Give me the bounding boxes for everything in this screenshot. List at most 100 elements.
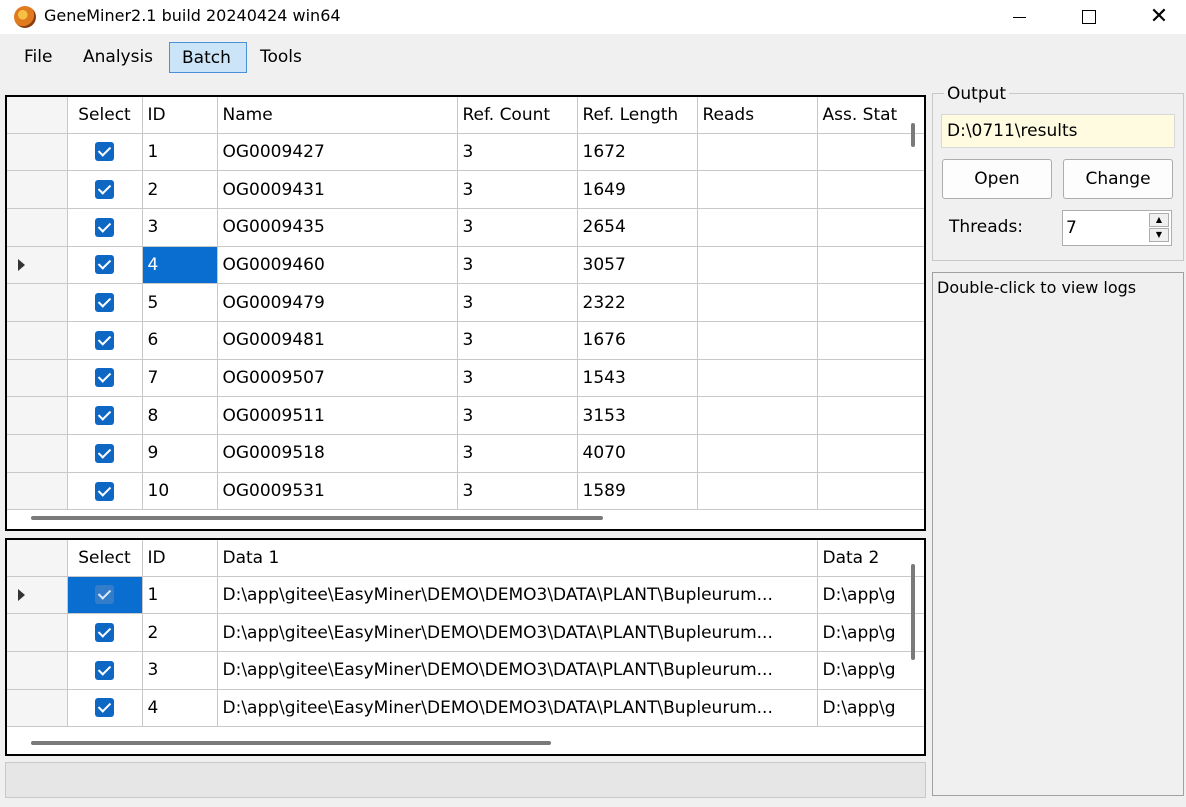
log-panel[interactable]: Double-click to view logs	[932, 272, 1184, 796]
ref-length-cell[interactable]: 2654	[577, 208, 698, 247]
checkbox-checked-icon[interactable]	[95, 330, 114, 350]
select-cell[interactable]	[67, 170, 143, 209]
maximize-button[interactable]	[1064, 0, 1114, 34]
checkbox-checked-icon[interactable]	[95, 623, 114, 643]
ref-length-cell[interactable]: 2322	[577, 283, 698, 322]
id-cell[interactable]: 6	[142, 321, 218, 360]
id-cell[interactable]: 4	[142, 689, 218, 728]
ref-count-cell[interactable]: 3	[457, 396, 578, 435]
row-header[interactable]	[7, 359, 68, 398]
reads-cell[interactable]	[697, 472, 818, 511]
table-row[interactable]: 2 OG0009431 3 1649	[7, 170, 924, 209]
checkbox-checked-icon[interactable]	[95, 368, 114, 388]
select-cell[interactable]	[67, 689, 143, 728]
row-header[interactable]	[7, 651, 68, 690]
change-button[interactable]: Change	[1063, 159, 1173, 199]
ass-stat-cell[interactable]	[817, 321, 924, 360]
checkbox-checked-icon[interactable]	[95, 406, 114, 426]
ass-stat-cell[interactable]	[817, 396, 924, 435]
checkbox-checked-icon[interactable]	[95, 255, 114, 275]
table-row-current[interactable]: 4 OG0009460 3 3057	[7, 246, 924, 285]
ref-count-cell[interactable]: 3	[457, 472, 578, 511]
table-row[interactable]: 4 D:\app\gitee\EasyMiner\DEMO\DEMO3\DATA…	[7, 689, 924, 728]
row-header[interactable]	[7, 689, 68, 728]
column-header-data-1[interactable]: Data 1	[217, 540, 818, 577]
table-row[interactable]: 7 OG0009507 3 1543	[7, 359, 924, 398]
id-cell[interactable]: 7	[142, 359, 218, 398]
ref-length-cell[interactable]: 1589	[577, 472, 698, 511]
threads-stepper[interactable]: 7 ▲ ▼	[1062, 210, 1172, 246]
select-cell[interactable]	[67, 283, 143, 322]
row-header[interactable]	[7, 321, 68, 360]
ref-count-cell[interactable]: 3	[457, 434, 578, 473]
id-cell[interactable]: 9	[142, 434, 218, 473]
ass-stat-cell[interactable]	[817, 359, 924, 398]
id-cell[interactable]: 5	[142, 283, 218, 322]
gene-grid-vertical-scrollbar[interactable]	[911, 123, 915, 147]
row-header[interactable]	[7, 613, 68, 652]
sample-grid[interactable]: Select ID Data 1 Data 2 1 D:\app\gitee\E…	[5, 538, 926, 756]
column-header-ref-count[interactable]: Ref. Count	[457, 97, 578, 134]
gene-grid-horizontal-scrollbar[interactable]	[31, 516, 603, 520]
data-2-cell[interactable]: D:\app\g	[817, 651, 924, 690]
reads-cell[interactable]	[697, 170, 818, 209]
ref-length-cell[interactable]: 1649	[577, 170, 698, 209]
data-2-cell[interactable]: D:\app\g	[817, 576, 924, 615]
table-row[interactable]: 3 OG0009435 3 2654	[7, 208, 924, 247]
ref-count-cell[interactable]: 3	[457, 208, 578, 247]
menu-batch[interactable]: Batch	[169, 42, 247, 73]
name-cell[interactable]: OG0009479	[217, 283, 458, 322]
table-row[interactable]: 10 OG0009531 3 1589	[7, 472, 924, 511]
row-header[interactable]	[7, 434, 68, 473]
id-cell[interactable]: 8	[142, 396, 218, 435]
select-cell[interactable]	[67, 246, 143, 285]
data-2-cell[interactable]: D:\app\g	[817, 613, 924, 652]
select-cell[interactable]	[67, 133, 143, 172]
data-2-cell[interactable]: D:\app\g	[817, 689, 924, 728]
table-row[interactable]: 3 D:\app\gitee\EasyMiner\DEMO\DEMO3\DATA…	[7, 651, 924, 690]
checkbox-checked-icon[interactable]	[95, 660, 114, 680]
select-cell[interactable]	[67, 208, 143, 247]
ref-count-cell[interactable]: 3	[457, 359, 578, 398]
column-header-reads[interactable]: Reads	[697, 97, 818, 134]
select-cell[interactable]	[67, 434, 143, 473]
table-row[interactable]: 2 D:\app\gitee\EasyMiner\DEMO\DEMO3\DATA…	[7, 613, 924, 652]
row-header[interactable]	[7, 208, 68, 247]
reads-cell[interactable]	[697, 396, 818, 435]
name-cell[interactable]: OG0009460	[217, 246, 458, 285]
name-cell[interactable]: OG0009427	[217, 133, 458, 172]
data-1-cell[interactable]: D:\app\gitee\EasyMiner\DEMO\DEMO3\DATA\P…	[217, 689, 818, 728]
column-header-id[interactable]: ID	[142, 97, 218, 134]
checkbox-checked-icon[interactable]	[95, 585, 114, 605]
ref-count-cell[interactable]: 3	[457, 283, 578, 322]
reads-cell[interactable]	[697, 434, 818, 473]
column-header-data-2[interactable]: Data 2	[817, 540, 924, 577]
reads-cell[interactable]	[697, 246, 818, 285]
sample-grid-vertical-scrollbar[interactable]	[911, 564, 915, 660]
name-cell[interactable]: OG0009518	[217, 434, 458, 473]
checkbox-checked-icon[interactable]	[95, 481, 114, 501]
row-header[interactable]	[7, 170, 68, 209]
select-cell[interactable]	[67, 359, 143, 398]
threads-value[interactable]: 7	[1066, 218, 1077, 238]
select-cell-selected[interactable]	[67, 576, 143, 615]
ref-count-cell[interactable]: 3	[457, 133, 578, 172]
column-header-select[interactable]: Select	[67, 97, 143, 134]
checkbox-checked-icon[interactable]	[95, 698, 114, 718]
name-cell[interactable]: OG0009481	[217, 321, 458, 360]
row-header[interactable]	[7, 283, 68, 322]
data-1-cell[interactable]: D:\app\gitee\EasyMiner\DEMO\DEMO3\DATA\P…	[217, 576, 818, 615]
menu-tools[interactable]: Tools	[248, 42, 314, 73]
checkbox-checked-icon[interactable]	[95, 180, 114, 200]
select-cell[interactable]	[67, 321, 143, 360]
ref-count-cell[interactable]: 3	[457, 170, 578, 209]
name-cell[interactable]: OG0009511	[217, 396, 458, 435]
minimize-button[interactable]	[994, 0, 1044, 34]
row-header[interactable]	[7, 133, 68, 172]
sample-grid-horizontal-scrollbar[interactable]	[31, 741, 551, 745]
column-header-name[interactable]: Name	[217, 97, 458, 134]
ref-length-cell[interactable]: 1543	[577, 359, 698, 398]
ref-length-cell[interactable]: 1676	[577, 321, 698, 360]
name-cell[interactable]: OG0009431	[217, 170, 458, 209]
id-cell[interactable]: 10	[142, 472, 218, 511]
